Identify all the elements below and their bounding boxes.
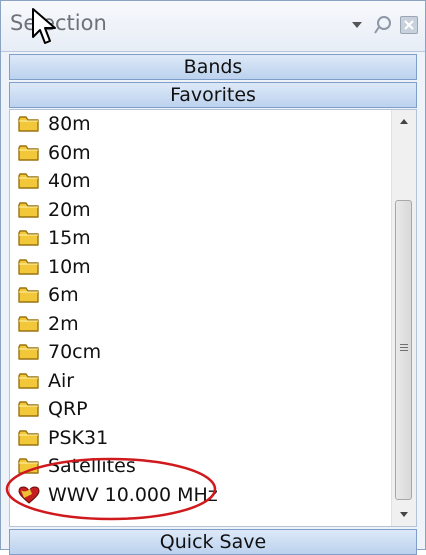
folder-icon	[18, 315, 40, 333]
folder-icon	[18, 286, 40, 304]
list-item[interactable]: 70cm	[18, 338, 101, 366]
list-item-label: 6m	[48, 284, 79, 306]
panel-titlebar: Selection	[1, 1, 425, 52]
folder-icon	[18, 144, 40, 162]
favorites-list: 80m 60m 40m 20m 15m 10m 6m 2m 70cm Air QRP PSK31 Sat…	[9, 109, 417, 527]
quick-save-group-header[interactable]: Quick Save	[9, 529, 417, 555]
list-item-label: PSK31	[48, 426, 109, 449]
folder-icon	[18, 400, 40, 418]
favorite-heart-icon	[18, 485, 40, 504]
title-controls	[347, 13, 419, 37]
list-item-label: 60m	[48, 141, 91, 164]
list-item[interactable]: 60m	[18, 139, 91, 167]
pin-icon[interactable]	[373, 15, 393, 35]
folder-icon	[18, 372, 40, 390]
list-item-label: 80m	[48, 113, 91, 135]
folder-icon	[18, 201, 40, 219]
dropdown-arrow-icon[interactable]	[347, 15, 367, 35]
list-item[interactable]: PSK31	[18, 424, 108, 452]
close-icon[interactable]	[399, 15, 419, 35]
list-item-label: 40m	[48, 170, 91, 192]
folder-icon	[18, 172, 40, 190]
close-button[interactable]	[400, 16, 418, 34]
list-item[interactable]: 2m	[18, 310, 79, 338]
selection-panel: Selection Bands Favorites 80m60m40m20	[0, 0, 426, 555]
folder-icon	[18, 115, 40, 133]
scrollbar-thumb[interactable]	[395, 200, 412, 500]
scroll-down-arrow-icon[interactable]	[392, 504, 416, 526]
list-item-label: 10m	[48, 255, 91, 278]
list-item-label: Satellites	[48, 455, 136, 477]
scrollbar-grip-icon	[400, 344, 408, 354]
list-item[interactable]: WWV 10.000 MHz	[18, 481, 218, 509]
folder-icon	[18, 457, 40, 475]
panel-title: Selection	[10, 11, 107, 35]
list-item[interactable]: Air	[18, 367, 74, 395]
list-item-label: 70cm	[48, 341, 102, 363]
list-item-label: 2m	[48, 312, 79, 335]
folder-icon	[18, 258, 40, 276]
favorites-group-header[interactable]: Favorites	[9, 82, 417, 108]
list-item[interactable]: 80m	[18, 110, 91, 138]
list-item-label: Air	[48, 369, 75, 392]
list-item[interactable]: 10m	[18, 253, 91, 281]
folder-icon	[18, 229, 40, 247]
list-item[interactable]: 40m	[18, 167, 91, 195]
list-item-label: 20m	[48, 198, 91, 221]
list-item[interactable]: QRP	[18, 395, 88, 423]
list-item[interactable]: 20m	[18, 196, 91, 224]
list-item[interactable]: 15m	[18, 224, 91, 252]
bands-group-header[interactable]: Bands	[9, 54, 417, 80]
folder-icon	[18, 429, 40, 447]
list-item-label: QRP	[48, 398, 88, 420]
list-item[interactable]: 6m	[18, 281, 79, 309]
mouse-cursor-icon	[32, 8, 56, 44]
scroll-up-arrow-icon[interactable]	[392, 110, 416, 132]
list-item[interactable]: Satellites	[18, 452, 136, 480]
vertical-scrollbar[interactable]	[391, 110, 416, 526]
folder-icon	[18, 343, 40, 361]
list-item-label: 15m	[48, 227, 91, 249]
list-item-label: WWV 10.000 MHz	[48, 483, 218, 506]
